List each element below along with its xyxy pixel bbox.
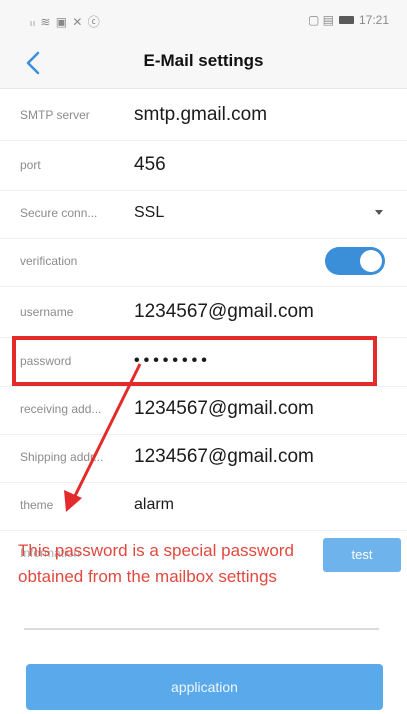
annotation-text: This password is a special password obta… [18, 538, 378, 590]
verification-label: verification [20, 254, 78, 268]
username-label: username [20, 305, 74, 319]
theme-row[interactable]: theme alarm [0, 480, 407, 531]
port-field[interactable]: 456 [134, 140, 166, 190]
application-button[interactable]: application [26, 664, 383, 710]
verification-toggle[interactable] [325, 247, 385, 275]
divider [24, 628, 379, 630]
port-label: port [20, 158, 41, 172]
theme-field[interactable]: alarm [134, 480, 174, 530]
page-title: E-Mail settings [143, 51, 264, 70]
receiving-address-label: receiving add... [20, 402, 102, 416]
theme-label: theme [20, 498, 54, 512]
nav-bar: E-Mail settings [0, 36, 407, 89]
username-row[interactable]: username 1234567@gmail.com [0, 287, 407, 338]
smtp-server-field[interactable]: smtp.gmail.com [134, 90, 267, 140]
receiving-address-field[interactable]: 1234567@gmail.com [134, 384, 314, 434]
shipping-address-row[interactable]: Shipping addr... 1234567@gmail.com [0, 432, 407, 483]
shipping-address-label: Shipping addr... [20, 450, 104, 464]
status-time: 17:21 [358, 13, 389, 27]
secure-connection-select[interactable]: SSL [134, 188, 164, 238]
smtp-server-label: SMTP server [20, 108, 90, 122]
password-highlight-box [12, 336, 377, 386]
port-row[interactable]: port 456 [0, 140, 407, 191]
toggle-knob [360, 250, 382, 272]
receiving-address-row[interactable]: receiving add... 1234567@gmail.com [0, 384, 407, 435]
status-icons-left: ₗₗ ≋ ▣ ✕ ⓒ [30, 15, 101, 29]
smtp-server-row[interactable]: SMTP server smtp.gmail.com [0, 90, 407, 141]
status-bar: ₗₗ ≋ ▣ ✕ ⓒ ▢ ▤ 17:21 [0, 0, 407, 36]
verification-row: verification [0, 236, 407, 287]
annotation-line-2: obtained from the mailbox settings [18, 567, 277, 586]
status-icons-right: ▢ ▤ 17:21 [308, 13, 389, 27]
username-field[interactable]: 1234567@gmail.com [134, 287, 314, 337]
shipping-address-field[interactable]: 1234567@gmail.com [134, 432, 314, 482]
status-icons-extra: ▢ ▤ [307, 13, 334, 27]
dropdown-caret-icon[interactable] [375, 210, 383, 215]
annotation-line-1: This password is a special password [18, 541, 294, 560]
secure-connection-row[interactable]: Secure conn... SSL [0, 188, 407, 239]
battery-icon [338, 16, 354, 24]
secure-connection-label: Secure conn... [20, 206, 98, 220]
